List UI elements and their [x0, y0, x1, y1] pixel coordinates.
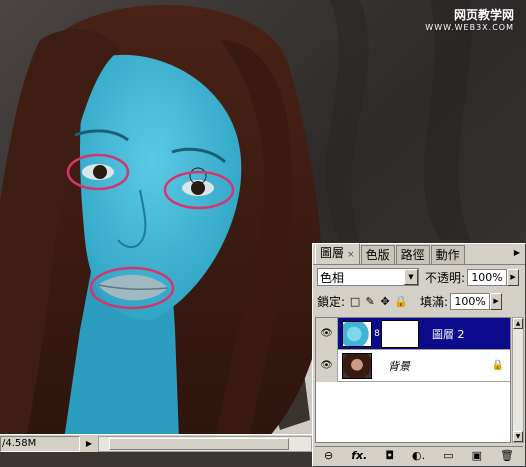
opacity-input[interactable]: 100%: [467, 268, 508, 286]
opacity-slider-button[interactable]: ▶: [507, 268, 520, 286]
layers-panel: 圖層 × 色版 路徑 動作 ▶ 色相 ▼ 不透明: 100% ▶ 鎖定: □ ✎ …: [312, 243, 526, 467]
scroll-down-icon[interactable]: ▼: [513, 431, 523, 442]
tab-channels[interactable]: 色版: [360, 245, 395, 264]
link-icon[interactable]: 8: [373, 329, 381, 339]
watermark-url: WWW.WEB3X.COM: [425, 23, 514, 32]
lock-label: 鎖定:: [317, 294, 346, 309]
panel-menu-icon[interactable]: ▶: [511, 247, 523, 259]
scroll-up-icon[interactable]: ▲: [513, 318, 523, 329]
lock-icons: □ ✎ ✥ 🔒: [349, 295, 408, 308]
lock-icon: 🔒: [491, 360, 504, 371]
tab-paths[interactable]: 路徑: [395, 245, 430, 264]
trash-icon[interactable]: 🗑: [500, 449, 514, 462]
layers-list: 👁 8 圖層 2 👁 背景 🔒: [315, 317, 511, 443]
tab-label: 色版: [365, 248, 390, 262]
eye-icon[interactable]: 👁: [316, 317, 338, 350]
link-layers-icon[interactable]: ⊖: [324, 449, 333, 462]
lock-transparent-icon[interactable]: □: [349, 295, 361, 308]
blend-mode-select[interactable]: 色相 ▼: [317, 268, 419, 286]
layers-toolbar: ⊖ fx. ◘ ◐. ▭ ▣ 🗑: [315, 446, 523, 464]
layer-row[interactable]: 👁 8 圖層 2: [316, 317, 510, 350]
lock-all-icon[interactable]: 🔒: [394, 295, 408, 308]
tab-actions[interactable]: 動作: [430, 245, 465, 264]
close-icon[interactable]: ×: [347, 250, 355, 260]
blend-row: 色相 ▼ 不透明: 100% ▶: [313, 265, 525, 289]
watermark: 网页教学网 WWW.WEB3X.COM: [425, 6, 514, 32]
scrollbar-thumb[interactable]: [109, 437, 289, 450]
layer-thumbnail: [342, 320, 372, 347]
new-layer-icon[interactable]: ▣: [472, 449, 482, 462]
add-mask-icon[interactable]: ◘: [385, 449, 394, 462]
panel-tabs: 圖層 × 色版 路徑 動作: [313, 243, 525, 265]
lock-row: 鎖定: □ ✎ ✥ 🔒 填滿: 100% ▶: [313, 289, 525, 313]
status-menu-arrow[interactable]: ▶: [82, 436, 96, 452]
tab-label: 動作: [435, 248, 460, 262]
layer-name: 背景: [388, 359, 410, 373]
layers-scrollbar[interactable]: ▲ ▼: [512, 317, 524, 443]
horizontal-scrollbar[interactable]: [98, 435, 312, 452]
new-group-icon[interactable]: ▭: [443, 449, 453, 462]
layer-thumbnail: [342, 352, 372, 379]
chevron-down-icon[interactable]: ▼: [404, 269, 418, 285]
status-bar: /4.58M ▶: [0, 434, 312, 452]
watermark-title: 网页教学网: [453, 8, 514, 22]
tab-label: 路徑: [400, 248, 425, 262]
fill-label: 填滿:: [420, 294, 449, 309]
layer-row[interactable]: 👁 背景 🔒: [316, 349, 510, 382]
fill-input[interactable]: 100%: [450, 292, 491, 310]
eye-icon[interactable]: 👁: [316, 349, 338, 382]
lock-position-icon[interactable]: ✥: [379, 295, 391, 308]
fill-slider-button[interactable]: ▶: [490, 292, 503, 310]
fx-icon[interactable]: fx.: [351, 449, 367, 462]
adjustment-layer-icon[interactable]: ◐.: [412, 449, 425, 462]
opacity-label: 不透明:: [425, 270, 466, 285]
layer-mask-thumbnail[interactable]: [381, 319, 419, 348]
layer-name: 圖層 2: [432, 327, 465, 341]
blend-mode-value: 色相: [320, 270, 345, 285]
lock-image-icon[interactable]: ✎: [364, 295, 376, 308]
document-size: /4.58M: [0, 435, 80, 452]
bottom-strip: [0, 452, 312, 467]
tab-layers[interactable]: 圖層 ×: [315, 243, 360, 264]
tab-label: 圖層: [320, 246, 345, 260]
